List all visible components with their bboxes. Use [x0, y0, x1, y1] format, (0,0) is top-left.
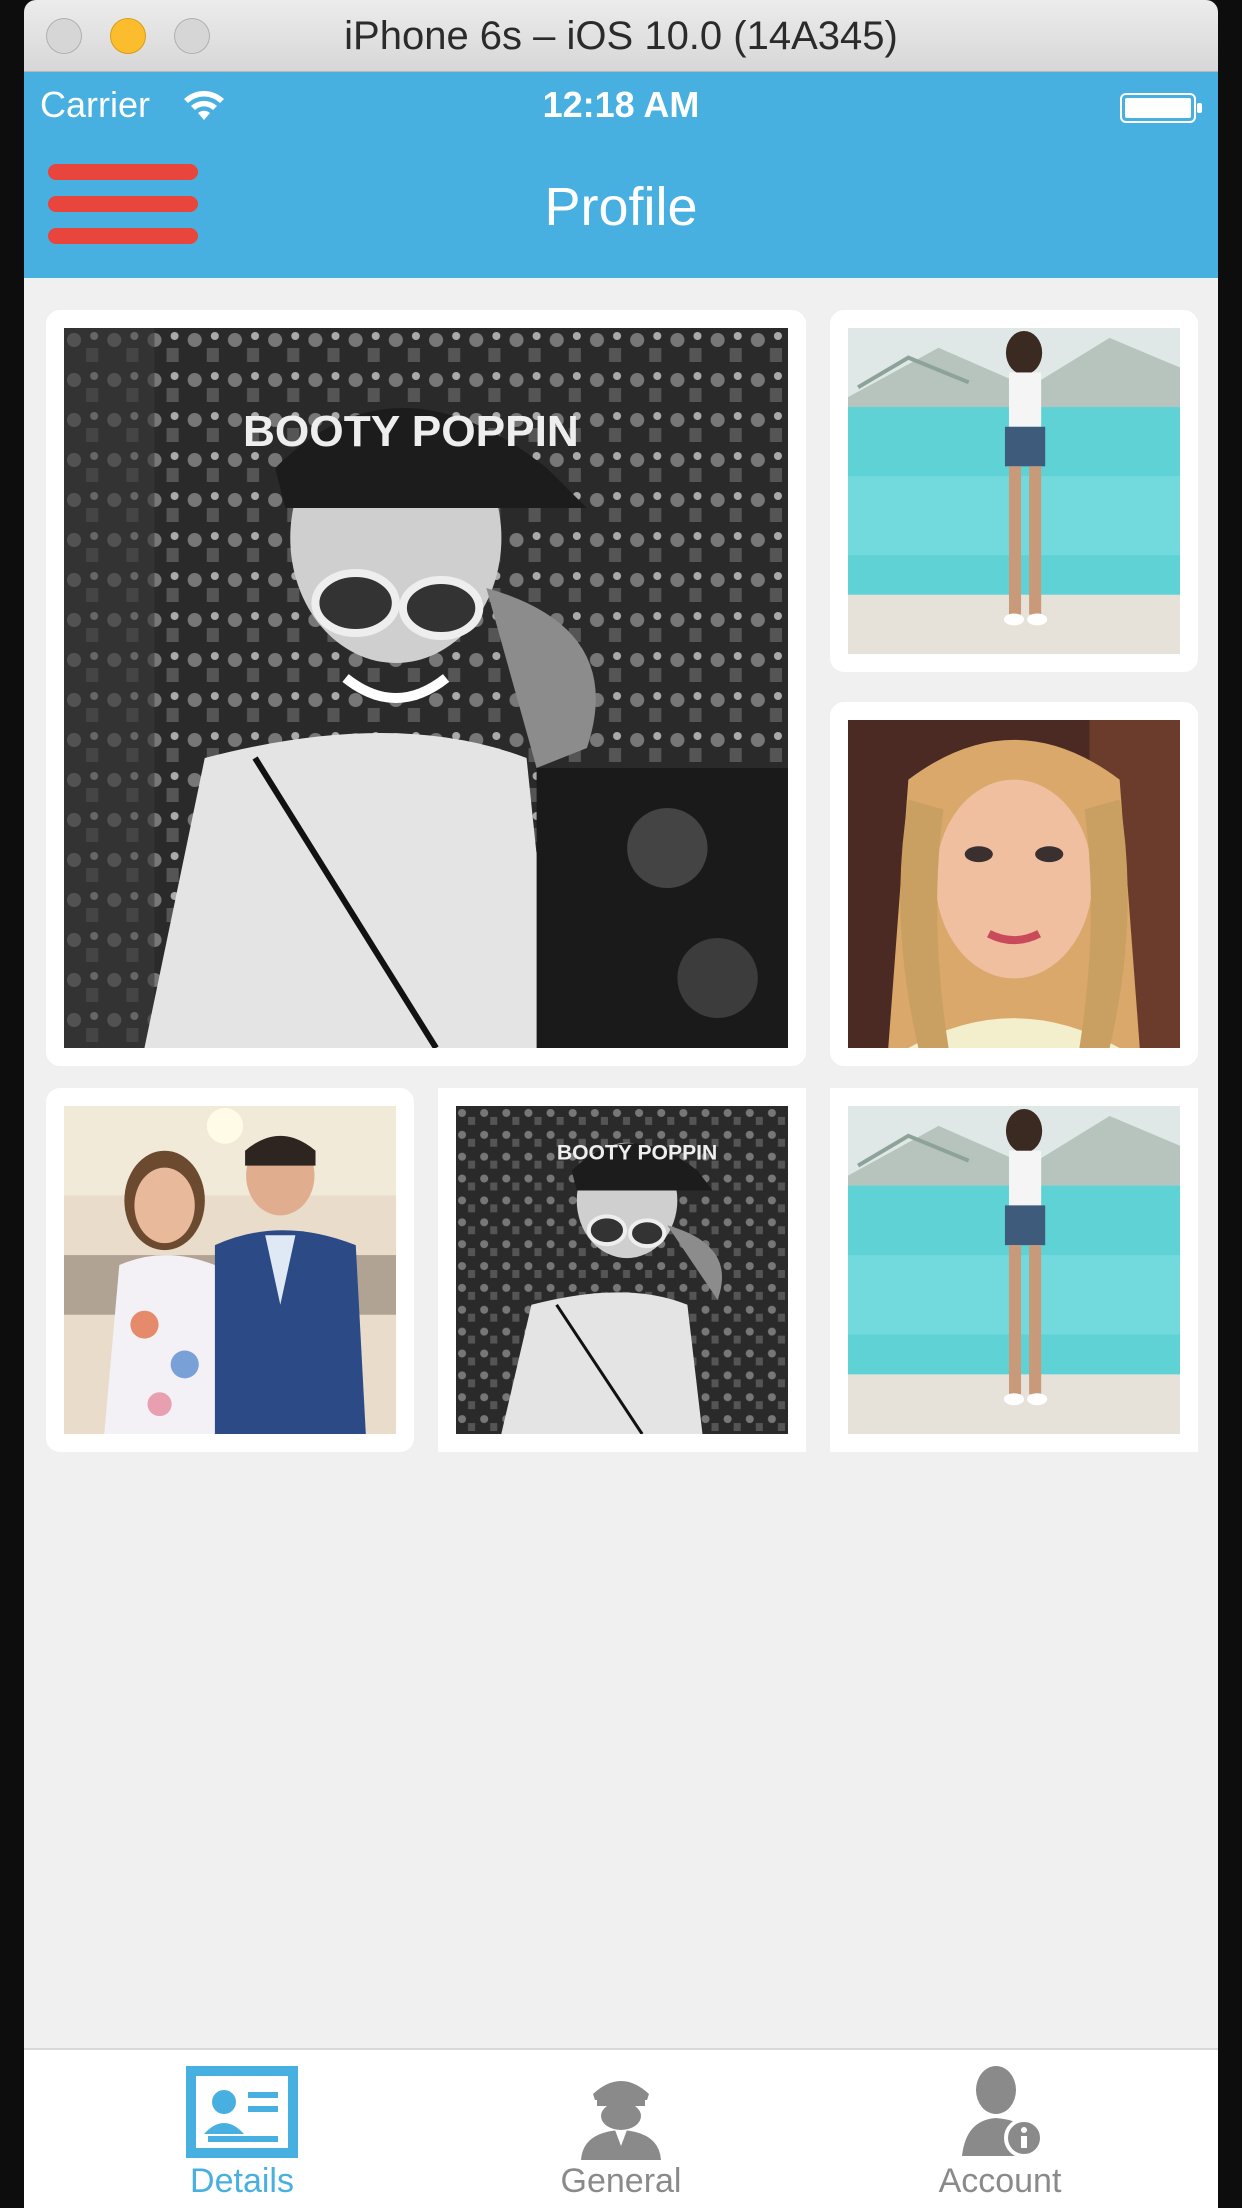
navigation-bar: Carrier 12:18 AM Profile	[24, 72, 1218, 278]
contact-card-icon	[186, 2066, 298, 2158]
tab-details-label: Details	[190, 2162, 294, 2200]
cap-text: BOOTY POPPIN	[243, 407, 579, 456]
photo-selfie	[848, 720, 1180, 1048]
photo-tile[interactable]	[830, 702, 1198, 1066]
photo-grayscale-cap: BOOTY POPPIN	[456, 1106, 788, 1434]
phone-screen: Carrier 12:18 AM Profile BOOTY POPPIN BO…	[24, 72, 1218, 2208]
tab-account-label: Account	[938, 2162, 1062, 2200]
tab-general-label: General	[560, 2162, 682, 2200]
window-title: iPhone 6s – iOS 10.0 (14A345)	[344, 14, 898, 58]
clock-label: 12:18 AM	[542, 84, 700, 125]
officer-icon	[581, 2081, 661, 2160]
battery-icon	[1120, 93, 1202, 123]
photo-tile[interactable]	[46, 1088, 414, 1452]
cap-text: BOOTY POPPIN	[557, 1142, 717, 1165]
tab-details[interactable]: Details	[92, 2050, 392, 2208]
photo-pool	[848, 328, 1180, 654]
photo-tile[interactable]: BOOTY POPPIN	[438, 1088, 806, 1452]
simulator-titlebar: iPhone 6s – iOS 10.0 (14A345)	[24, 0, 1218, 72]
tab-general[interactable]: General	[471, 2050, 771, 2208]
tab-account[interactable]: Account	[850, 2050, 1150, 2208]
photo-pool	[848, 1106, 1180, 1434]
photo-tile-large[interactable]: BOOTY POPPIN	[46, 310, 806, 1066]
tab-bar: Details General Account	[24, 2048, 1218, 2208]
page-title: Profile	[544, 177, 698, 237]
photo-tile[interactable]	[830, 310, 1198, 672]
user-info-icon	[962, 2066, 1044, 2158]
photo-tile[interactable]	[830, 1088, 1198, 1452]
photo-grayscale-cap: BOOTY POPPIN	[64, 328, 788, 1048]
photo-couple	[64, 1106, 396, 1434]
